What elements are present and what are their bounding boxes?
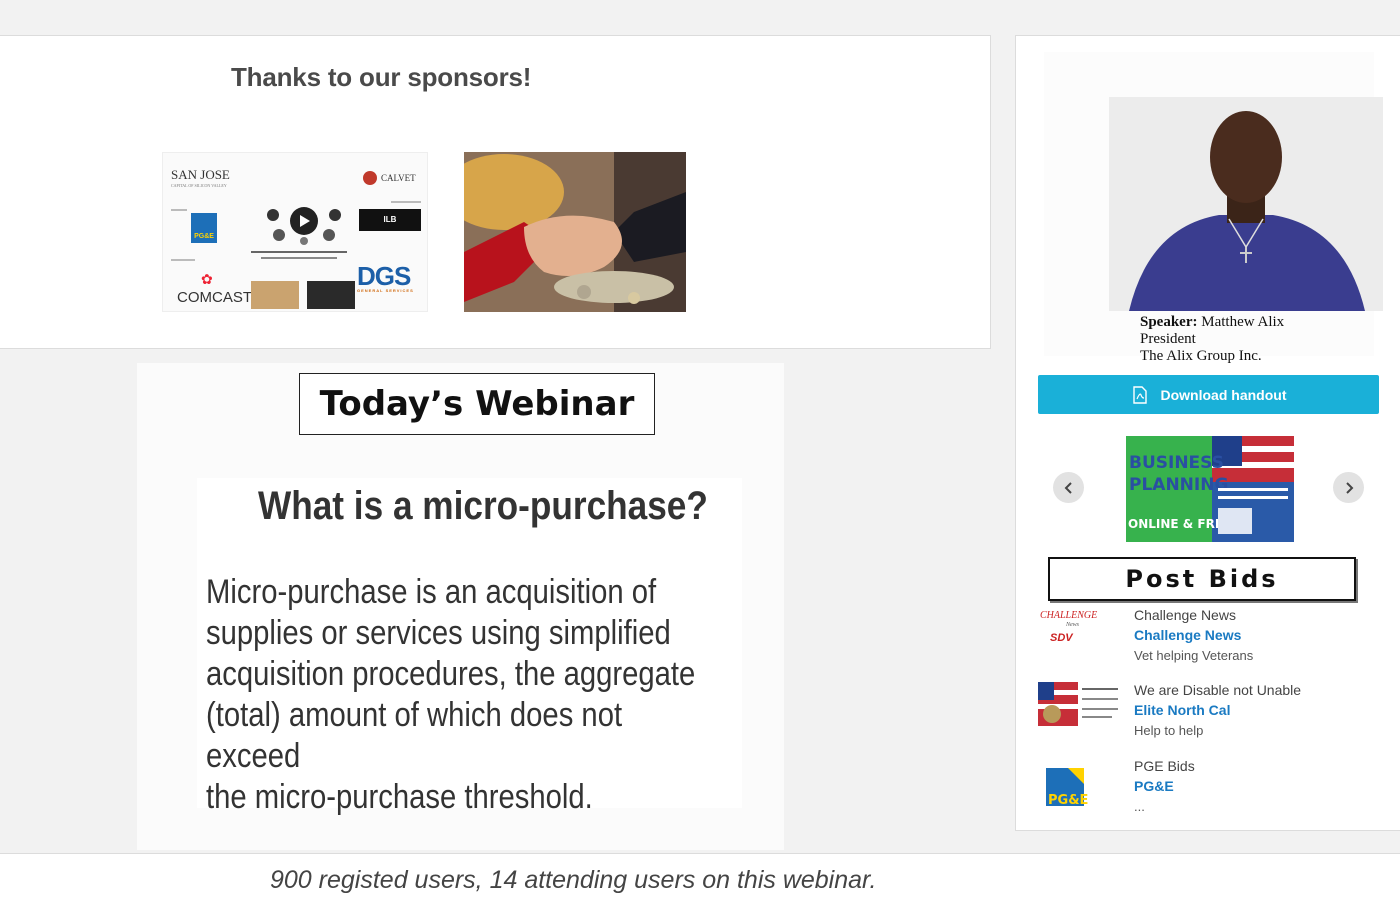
slide-question: What is a micro-purchase? xyxy=(258,484,708,528)
banner-line1: BUSINESS xyxy=(1129,453,1224,473)
slide-body-line: supplies or services using simplified xyxy=(206,614,671,652)
download-handout-label: Download handout xyxy=(1160,386,1287,403)
carousel-prev-button[interactable] xyxy=(1053,472,1084,503)
attendance-text: 900 registed users, 14 attending users o… xyxy=(270,866,877,894)
chevron-right-icon xyxy=(1345,481,1353,494)
svg-text:ONLINE & FREE: ONLINE & FREE xyxy=(1128,517,1231,531)
post-bids-button[interactable]: Post Bids xyxy=(1048,557,1356,601)
ad-link[interactable]: PG&E xyxy=(1134,778,1174,794)
svg-text:News: News xyxy=(1065,622,1080,628)
people-photo xyxy=(251,281,299,309)
ad-elite-north-cal: We are Disable not Unable Elite North Ca… xyxy=(1038,682,1378,746)
business-planning-banner[interactable]: BUSINESS PLANNING ONLINE & FREE xyxy=(1126,436,1294,542)
ad-title: PGE Bids xyxy=(1134,758,1195,774)
ad-link[interactable]: Challenge News xyxy=(1134,627,1241,643)
handshake-dark-photo xyxy=(307,281,355,309)
speaker-company: The Alix Group Inc. xyxy=(1140,348,1262,364)
svg-text:CHALLENGE: CHALLENGE xyxy=(1040,610,1097,621)
handshake-photo xyxy=(464,152,686,312)
comcast-logo: COMCAST xyxy=(177,289,252,306)
slide-body-line: acquisition procedures, the aggregate xyxy=(206,655,696,693)
slide-heading: Today’s Webinar xyxy=(299,373,655,435)
slide-body-line: Micro-purchase is an acquisition of xyxy=(206,573,657,611)
ad-desc: ... xyxy=(1134,799,1145,814)
elite-north-cal-logo[interactable] xyxy=(1038,682,1122,726)
dgs-logo: DGS GENERAL SERVICES xyxy=(357,261,414,293)
ilb-logo: ILB xyxy=(359,209,421,231)
footer: 900 registed users, 14 attending users o… xyxy=(0,853,1400,911)
chevron-left-icon xyxy=(1064,481,1072,494)
ad-pge-bids: PG&E PGE Bids PG&E ... xyxy=(1038,758,1378,822)
calvet-logo: CALVET xyxy=(381,173,416,183)
ad-title: Challenge News xyxy=(1134,607,1236,623)
sponsors-heading: Thanks to our sponsors! xyxy=(231,62,532,92)
ad-desc: Help to help xyxy=(1134,723,1204,738)
speaker-label: Speaker: xyxy=(1140,314,1198,330)
ad-title: We are Disable not Unable xyxy=(1134,682,1302,698)
slide-body-line: (total) amount of which does not exceed xyxy=(206,696,623,775)
download-handout-button[interactable]: Download handout xyxy=(1038,375,1379,414)
ad-challenge-news: CHALLENGE News SDV Challenge News Challe… xyxy=(1038,607,1378,671)
pge-logo-small: PG&E xyxy=(191,213,217,243)
sponsors-panel: Thanks to our sponsors! SAN JOSE CAPITAL … xyxy=(0,35,991,349)
san-jose-logo: SAN JOSE CAPITAL OF SILICON VALLEY xyxy=(171,167,230,188)
svg-text:PLANNING: PLANNING xyxy=(1129,475,1228,495)
speaker-caption: Speaker: Matthew Alix President The Alix… xyxy=(1140,314,1284,365)
speaker-card: Speaker: Matthew Alix President The Alix… xyxy=(1044,52,1383,364)
speaker-title: President xyxy=(1140,331,1196,347)
carousel-next-button[interactable] xyxy=(1333,472,1364,503)
svg-text:PG&E: PG&E xyxy=(1048,793,1088,806)
ad-desc: Vet helping Veterans xyxy=(1134,648,1254,663)
nbc-peacock-icon: ✿ xyxy=(201,271,213,287)
svg-text:SDV: SDV xyxy=(1050,632,1074,644)
calvet-seal-icon xyxy=(363,171,377,185)
slide-body-line: the micro-purchase threshold. xyxy=(206,778,593,816)
ad-link[interactable]: Elite North Cal xyxy=(1134,702,1230,718)
speaker-photo xyxy=(1109,97,1383,311)
slide-body: Micro-purchase is an acquisition of supp… xyxy=(206,572,722,818)
banner-graphic: BUSINESS PLANNING ONLINE & FREE xyxy=(1126,436,1294,542)
sponsor-logos-collage: SAN JOSE CAPITAL OF SILICON VALLEY CALVET… xyxy=(162,152,428,312)
challenge-news-logo[interactable]: CHALLENGE News SDV xyxy=(1038,607,1122,651)
pdf-file-icon xyxy=(1132,385,1147,404)
speaker-name: Matthew Alix xyxy=(1201,314,1285,330)
video-people-icon xyxy=(267,207,341,245)
pge-logo[interactable]: PG&E xyxy=(1038,762,1122,806)
